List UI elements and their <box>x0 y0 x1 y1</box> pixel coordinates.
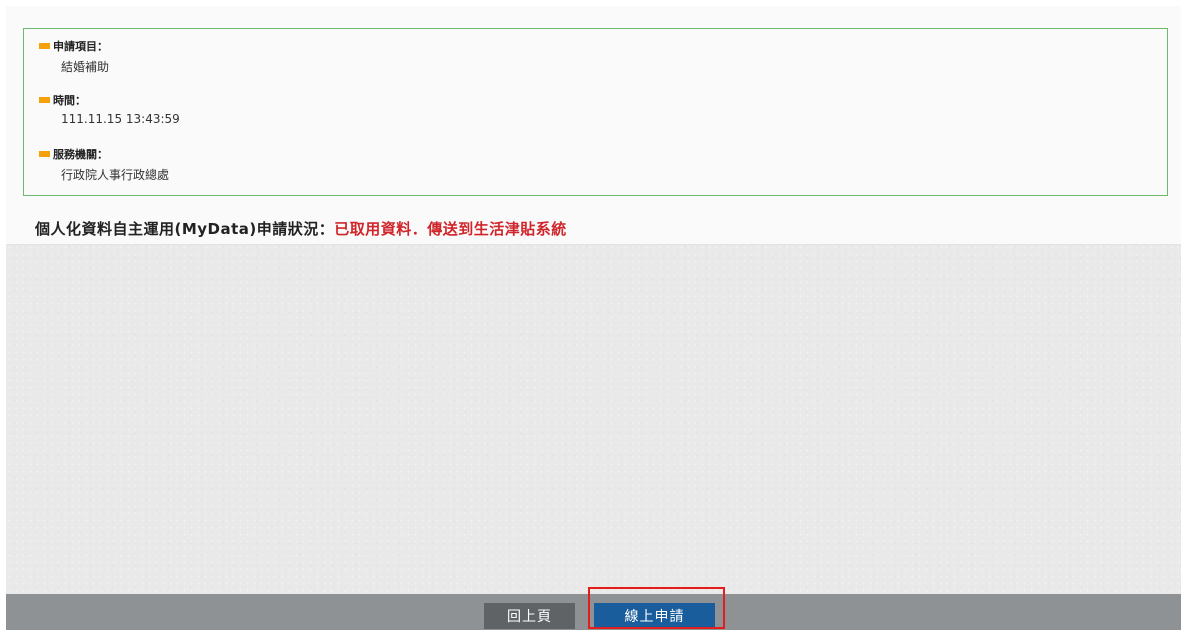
field-value: 結婚補助 <box>61 60 110 74</box>
field-time: 時間： 111.11.15 13:43:59 <box>39 93 180 127</box>
field-value: 行政院人事行政總處 <box>61 168 170 182</box>
orange-marker-icon <box>39 151 50 157</box>
field-label: 申請項目： <box>53 40 108 53</box>
field-application-item: 申請項目： 結婚補助 <box>39 39 110 74</box>
orange-marker-icon <box>39 43 50 49</box>
application-card: 申請項目： 結婚補助 時間： 111.11.15 13:43:59 服務機關： … <box>6 6 1181 245</box>
orange-marker-icon <box>39 97 50 103</box>
field-label: 服務機關： <box>53 148 108 161</box>
mydata-status: 個人化資料自主運用(MyData)申請狀況：已取用資料．傳送到生活津貼系統 <box>35 218 567 239</box>
field-service-agency: 服務機關： 行政院人事行政總處 <box>39 147 170 182</box>
status-label: 個人化資料自主運用(MyData)申請狀況： <box>35 220 335 238</box>
field-value: 111.11.15 13:43:59 <box>61 112 180 126</box>
application-info-box <box>23 28 1168 196</box>
page: 申請項目： 結婚補助 時間： 111.11.15 13:43:59 服務機關： … <box>0 0 1187 630</box>
online-apply-button[interactable]: 線上申請 <box>594 603 715 629</box>
back-button[interactable]: 回上頁 <box>484 603 575 629</box>
status-value: 已取用資料．傳送到生活津貼系統 <box>334 220 567 238</box>
field-label: 時間： <box>53 94 86 107</box>
